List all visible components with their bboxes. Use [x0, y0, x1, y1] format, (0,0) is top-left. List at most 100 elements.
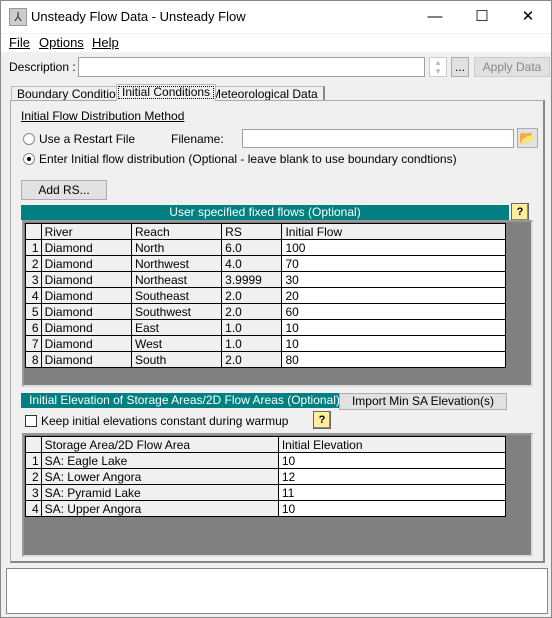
- fixed-flows-header: User specified fixed flows (Optional): [21, 205, 509, 220]
- table-cell[interactable]: 4.0: [221, 255, 283, 272]
- table-row[interactable]: 6 Diamond East 1.0 10: [25, 319, 506, 336]
- table-cell[interactable]: 80: [281, 351, 506, 368]
- table-cell[interactable]: SA: Eagle Lake: [40, 452, 279, 469]
- table-row[interactable]: 4 SA: Upper Angora 10: [25, 500, 507, 517]
- apply-data-button[interactable]: Apply Data: [474, 57, 550, 77]
- table-row[interactable]: 2 Diamond Northwest 4.0 70: [25, 255, 506, 272]
- table-row[interactable]: 8 Diamond South 2.0 80: [25, 351, 506, 368]
- table-cell[interactable]: Diamond: [40, 255, 132, 272]
- help-icon[interactable]: ?: [511, 203, 529, 221]
- table-cell[interactable]: West: [130, 335, 223, 352]
- row-number: 8: [25, 351, 42, 368]
- table-cell[interactable]: SA: Pyramid Lake: [40, 484, 279, 501]
- table-cell[interactable]: 6.0: [221, 239, 283, 256]
- menu-options[interactable]: Options: [39, 35, 84, 50]
- header-row: Storage Area/2D Flow Area Initial Elevati…: [25, 436, 507, 453]
- row-number: 1: [25, 239, 42, 256]
- open-folder-icon[interactable]: 📂: [517, 128, 538, 148]
- keep-elevations-label: Keep initial elevations constant during …: [41, 414, 289, 428]
- description-spinner[interactable]: ▲ ▼: [429, 57, 447, 77]
- add-rs-button[interactable]: Add RS...: [21, 180, 107, 200]
- tab-initial-conditions[interactable]: Initial Conditions: [116, 84, 217, 101]
- table-row[interactable]: 3 Diamond Northeast 3.9999 30: [25, 271, 506, 288]
- import-min-sa-button[interactable]: Import Min SA Elevation(s): [339, 393, 507, 410]
- table-cell[interactable]: 10: [277, 452, 507, 469]
- storage-header: Initial Elevation of Storage Areas/2D Fl…: [21, 393, 348, 408]
- table-row[interactable]: 1 SA: Eagle Lake 10: [25, 452, 507, 469]
- fixed-flows-grid: River Reach RS Initial Flow 1 Diamond North 6.0…: [22, 220, 533, 387]
- column-header[interactable]: River: [40, 223, 132, 240]
- section-title: Initial Flow Distribution Method: [21, 109, 185, 123]
- table-cell[interactable]: Diamond: [40, 303, 132, 320]
- table-cell[interactable]: 1.0: [221, 319, 283, 336]
- table-cell[interactable]: Northwest: [130, 255, 223, 272]
- table-cell[interactable]: 20: [281, 287, 506, 304]
- table-row[interactable]: 4 Diamond Southeast 2.0 20: [25, 287, 506, 304]
- header-row: River Reach RS Initial Flow: [25, 223, 506, 240]
- row-number: 2: [25, 255, 42, 272]
- table-cell[interactable]: 3.9999: [221, 271, 283, 288]
- table-cell[interactable]: Diamond: [40, 319, 132, 336]
- enter-flow-radio[interactable]: [23, 153, 35, 165]
- storage-help-icon[interactable]: ?: [313, 411, 331, 429]
- menu-help[interactable]: Help: [92, 35, 119, 50]
- filename-input[interactable]: [242, 129, 514, 148]
- maximize-button[interactable]: ☐: [459, 1, 505, 33]
- table-cell[interactable]: SA: Lower Angora: [40, 468, 279, 485]
- column-header[interactable]: Initial Flow: [281, 223, 506, 240]
- table-row[interactable]: 3 SA: Pyramid Lake 11: [25, 484, 507, 501]
- tab-meteorological-data[interactable]: Meteorological Data: [205, 86, 325, 101]
- column-header[interactable]: RS: [221, 223, 283, 240]
- row-number: 7: [25, 335, 42, 352]
- table-cell[interactable]: 10: [281, 335, 506, 352]
- table-cell[interactable]: SA: Upper Angora: [40, 500, 279, 517]
- table-cell[interactable]: Southeast: [130, 287, 223, 304]
- minimize-button[interactable]: —: [412, 1, 458, 33]
- app-icon: ⅄: [9, 8, 27, 26]
- description-input[interactable]: [78, 57, 425, 77]
- table-cell[interactable]: East: [130, 319, 223, 336]
- description-browse-button[interactable]: ...: [451, 57, 469, 77]
- column-header[interactable]: Reach: [130, 223, 223, 240]
- table-cell[interactable]: 2.0: [221, 287, 283, 304]
- table-cell[interactable]: Northeast: [130, 271, 223, 288]
- table-cell[interactable]: 10: [281, 319, 506, 336]
- column-header[interactable]: Storage Area/2D Flow Area: [40, 436, 279, 453]
- table-row[interactable]: 1 Diamond North 6.0 100: [25, 239, 506, 256]
- table-cell[interactable]: 30: [281, 271, 506, 288]
- table-cell[interactable]: 1.0: [221, 335, 283, 352]
- column-header[interactable]: Initial Elevation: [277, 436, 507, 453]
- keep-elevations-checkbox[interactable]: [25, 415, 37, 427]
- storage-grid: Storage Area/2D Flow Area Initial Elevati…: [22, 433, 533, 557]
- table-cell[interactable]: 60: [281, 303, 506, 320]
- menu-file[interactable]: File: [9, 35, 30, 50]
- table-cell[interactable]: 2.0: [221, 303, 283, 320]
- table-cell[interactable]: 12: [277, 468, 507, 485]
- table-cell[interactable]: 70: [281, 255, 506, 272]
- table-cell[interactable]: North: [130, 239, 223, 256]
- row-number: 6: [25, 319, 42, 336]
- restart-file-label: Use a Restart File: [39, 132, 136, 146]
- close-button[interactable]: ✕: [505, 1, 551, 33]
- table-cell[interactable]: 11: [277, 484, 507, 501]
- table-cell[interactable]: 10: [277, 500, 507, 517]
- window-title: Unsteady Flow Data - Unsteady Flow: [31, 9, 246, 24]
- table-cell[interactable]: 100: [281, 239, 506, 256]
- table-cell[interactable]: Diamond: [40, 271, 132, 288]
- column-header[interactable]: [25, 223, 42, 240]
- table-row[interactable]: 7 Diamond West 1.0 10: [25, 335, 506, 352]
- table-row[interactable]: 5 Diamond Southwest 2.0 60: [25, 303, 506, 320]
- restart-file-radio[interactable]: [23, 133, 35, 145]
- table-cell[interactable]: Diamond: [40, 335, 132, 352]
- table-cell[interactable]: Diamond: [40, 351, 132, 368]
- row-number: 5: [25, 303, 42, 320]
- row-number: 3: [25, 484, 42, 501]
- table-cell[interactable]: Diamond: [40, 239, 132, 256]
- table-cell[interactable]: Southwest: [130, 303, 223, 320]
- table-cell[interactable]: Diamond: [40, 287, 132, 304]
- table-cell[interactable]: 2.0: [221, 351, 283, 368]
- row-number: 2: [25, 468, 42, 485]
- column-header[interactable]: [25, 436, 42, 453]
- table-row[interactable]: 2 SA: Lower Angora 12: [25, 468, 507, 485]
- table-cell[interactable]: South: [130, 351, 223, 368]
